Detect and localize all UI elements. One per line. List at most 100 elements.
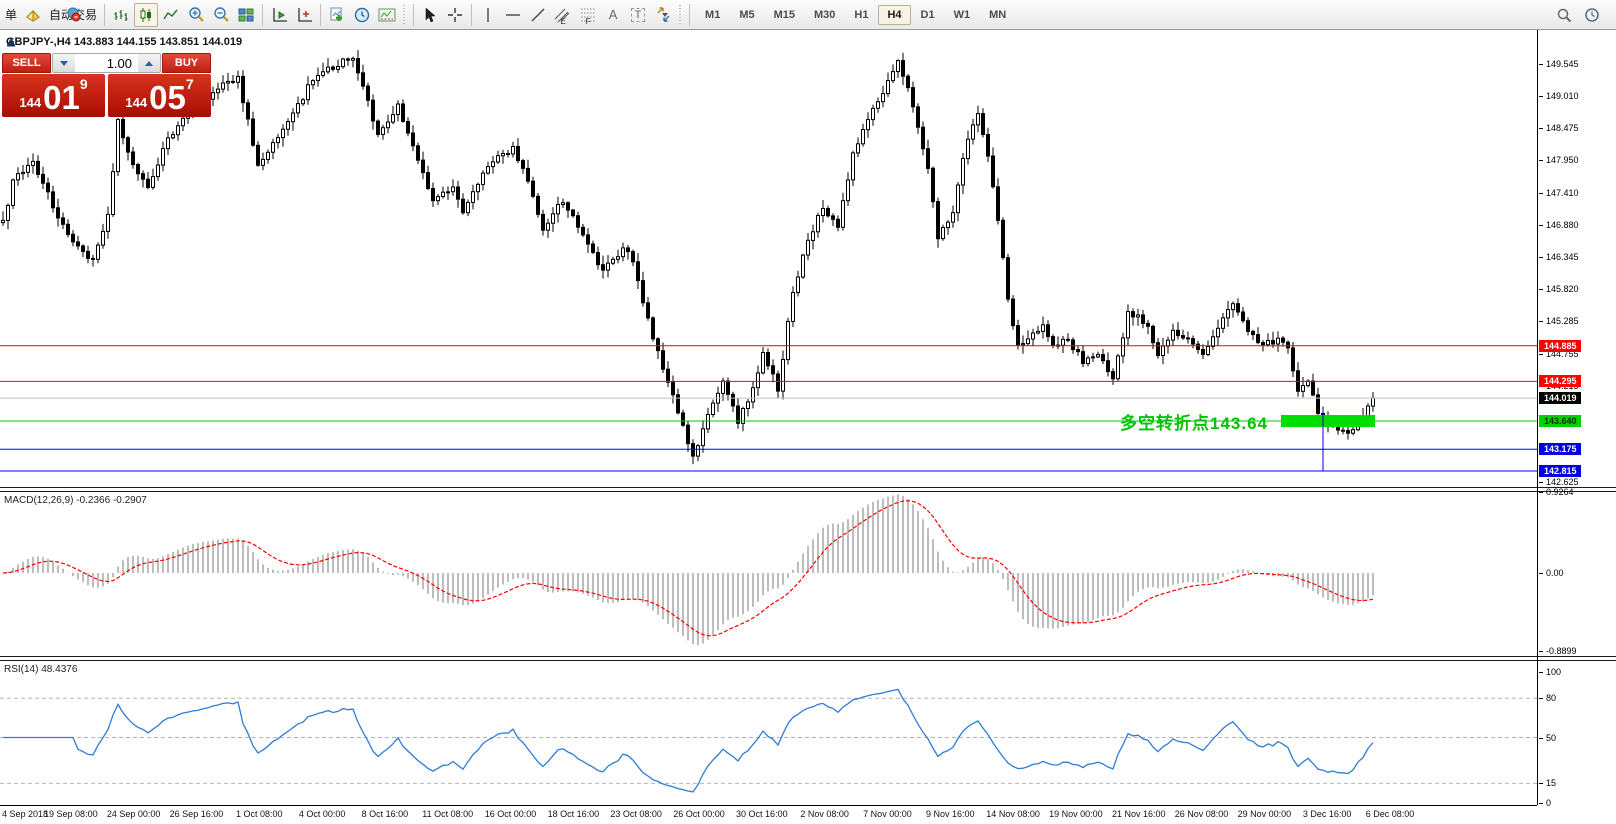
fibonacci-button[interactable]: F [576,3,600,27]
new-order-button[interactable]: 单 [2,3,20,27]
volume-spinner: 1.00 [52,53,161,73]
periods-button[interactable] [350,3,374,27]
price-level-label: 142.815 [1539,465,1581,477]
templates-button[interactable] [375,3,399,27]
chart-shift-button[interactable] [292,3,316,27]
time-axis-label: 21 Nov 16:00 [1112,809,1166,819]
new-chart-icon [329,7,346,23]
crosshair-button[interactable] [443,3,467,27]
price-axis[interactable]: 149.545149.010148.475147.950147.410146.8… [1538,30,1616,805]
vertical-line-button[interactable] [476,3,500,27]
axis-tick-label: 0.9264 [1546,487,1574,498]
toolbar-separator [689,4,690,26]
time-axis-label: 26 Nov 08:00 [1175,809,1229,819]
trendline-icon [530,7,546,23]
toolbar-separator [471,4,472,26]
one-click-toggle-icon[interactable] [6,37,16,47]
spinner-up-icon [145,61,153,66]
equidistant-channel-button[interactable]: E [551,3,575,27]
auto-scroll-icon [271,7,288,23]
toolbar-grip[interactable] [678,5,683,25]
crosshair-icon [447,7,463,23]
price-level-label: 144.019 [1539,392,1581,404]
horizontal-line-button[interactable] [501,3,525,27]
gold-icon [25,8,41,22]
buy-button[interactable]: BUY [162,53,211,73]
time-axis-label: 19 Sep 08:00 [44,809,98,819]
templates-icon [378,8,396,22]
text-label-button[interactable]: T [626,3,650,27]
one-click-trading-panel: SELL 1.00 BUY 144 01 9 144 05 7 [2,53,211,117]
autotrading-button[interactable]: 自动交易 [46,3,100,27]
fibonacci-icon [580,7,597,22]
zoom-in-icon [188,6,205,23]
zoom-out-button[interactable] [209,3,233,27]
time-axis-label: 18 Oct 16:00 [548,809,600,819]
price-chart-canvas[interactable] [0,30,1537,487]
new-chart-button[interactable] [325,3,349,27]
timeframe-m1-button[interactable]: M1 [696,5,729,25]
axis-tick-label: 0.00 [1546,568,1564,579]
cursor-icon [423,7,437,23]
axis-tick-label: 145.820 [1546,284,1579,295]
time-button[interactable] [1580,3,1604,27]
trendline-button[interactable] [526,3,550,27]
time-axis-label: 14 Nov 08:00 [986,809,1040,819]
chart-title-row: GBPJPY-,H4 143.883 144.155 143.851 144.0… [6,36,242,48]
time-axis-label: 6 Dec 08:00 [1366,809,1415,819]
main-toolbar: 单 自动交易 [0,0,1616,30]
search-button[interactable] [1552,3,1576,27]
timeframe-m5-button[interactable]: M5 [730,5,763,25]
time-axis-label: 8 Oct 16:00 [362,809,409,819]
macd-label: MACD(12,26,9) -0.2366 -0.2907 [4,495,147,506]
axis-tick-label: 148.475 [1546,123,1579,134]
timeframe-toolbar: M1M5M15M30H1H4D1W1MN [696,5,1015,25]
timeframe-d1-button[interactable]: D1 [912,5,944,25]
gold-chart-icon[interactable] [21,3,45,27]
price-level-label: 144.295 [1539,375,1581,387]
volume-decrease-button[interactable] [53,54,75,72]
axis-tick-label: 145.285 [1546,316,1579,327]
price-level-label: 143.175 [1539,443,1581,455]
text-button[interactable]: A [601,3,625,27]
tile-windows-button[interactable] [234,3,258,27]
timeframe-w1-button[interactable]: W1 [945,5,980,25]
axis-tick-label: 146.880 [1546,220,1579,231]
axis-tick-label: 149.010 [1546,91,1579,102]
clock-icon [1584,7,1600,23]
time-axis-label: 4 Sep 2018 [2,809,48,819]
sell-button[interactable]: SELL [2,53,51,73]
timeframe-m30-button[interactable]: M30 [805,5,844,25]
time-axis-label: 26 Sep 16:00 [170,809,224,819]
timeframe-h1-button[interactable]: H1 [845,5,877,25]
candlestick-chart-button[interactable] [134,3,158,27]
price-level-label: 144.885 [1539,340,1581,352]
timeframe-m15-button[interactable]: M15 [765,5,804,25]
time-axis-label: 16 Oct 00:00 [485,809,537,819]
arrows-button[interactable] [651,3,675,27]
line-chart-button[interactable] [159,3,183,27]
timeframe-h4-button[interactable]: H4 [878,5,910,25]
sell-price-box[interactable]: 144 01 9 [2,74,105,117]
zoom-out-icon [213,6,230,23]
axis-tick-label: 146.345 [1546,252,1579,263]
timeframe-mn-button[interactable]: MN [980,5,1015,25]
tile-windows-icon [238,7,254,23]
volume-increase-button[interactable] [138,54,160,72]
time-axis-label: 11 Oct 08:00 [422,809,473,819]
auto-scroll-button[interactable] [267,3,291,27]
cursor-button[interactable] [418,3,442,27]
toolbar-grip[interactable] [402,5,407,25]
toolbar-right-icons [1552,3,1614,27]
rsi-panel-canvas[interactable] [0,661,1537,805]
bar-chart-button[interactable] [109,3,133,27]
axis-tick-label: 147.950 [1546,155,1579,166]
buy-price-box[interactable]: 144 05 7 [108,74,211,117]
zoom-in-button[interactable] [184,3,208,27]
time-axis[interactable]: 4 Sep 201819 Sep 08:0024 Sep 00:0026 Sep… [0,806,1537,824]
bar-chart-icon [113,7,129,23]
rsi-label: RSI(14) 48.4376 [4,664,77,675]
volume-field[interactable]: 1.00 [75,54,138,72]
time-axis-label: 19 Nov 00:00 [1049,809,1103,819]
macd-panel-canvas[interactable] [0,492,1537,656]
